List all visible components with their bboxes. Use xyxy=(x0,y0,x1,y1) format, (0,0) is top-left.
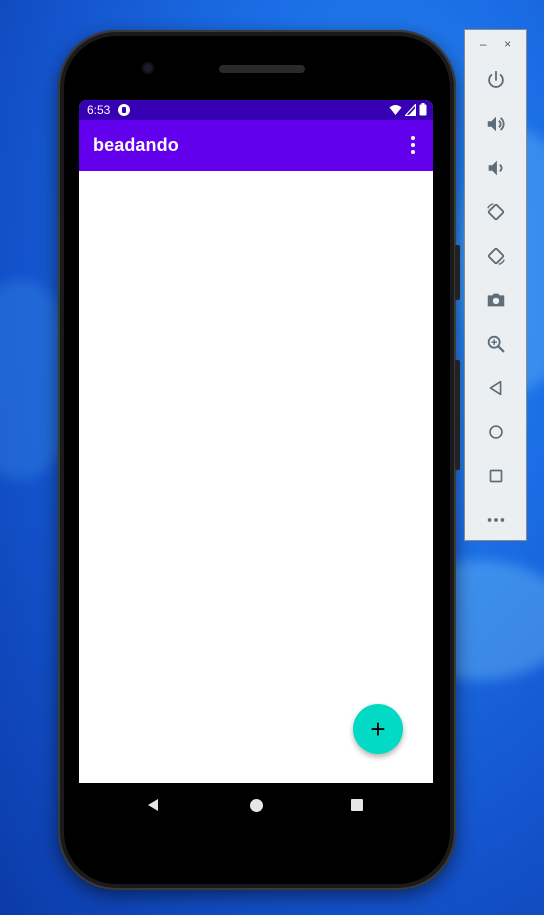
device-power-button[interactable] xyxy=(455,245,460,300)
more-icon xyxy=(487,518,504,522)
status-indicators xyxy=(389,103,427,116)
status-bar: 6:53 xyxy=(79,100,433,120)
add-fab-button[interactable]: + xyxy=(353,704,403,754)
rotate-right-button[interactable] xyxy=(465,234,526,278)
screenshot-button[interactable] xyxy=(465,278,526,322)
toolbar-window-controls: – × xyxy=(465,30,526,58)
nav-recents-button[interactable] xyxy=(349,797,365,813)
volume-up-button[interactable] xyxy=(465,102,526,146)
fab-label: + xyxy=(370,714,386,744)
overflow-menu-icon[interactable] xyxy=(407,136,419,156)
zoom-icon xyxy=(487,335,504,353)
nav-back-button[interactable] xyxy=(145,797,161,813)
more-button[interactable] xyxy=(465,498,526,542)
emulator-toolbar: – × xyxy=(464,29,527,541)
content-area xyxy=(79,171,433,783)
nav-home-button[interactable] xyxy=(248,797,264,813)
front-camera xyxy=(142,62,154,74)
back-triangle-icon xyxy=(148,799,158,811)
back-icon xyxy=(489,380,501,396)
app-bar: beadando xyxy=(79,120,433,171)
volume-down-button[interactable] xyxy=(465,146,526,190)
close-button[interactable]: × xyxy=(504,37,511,51)
recents-square-icon xyxy=(351,799,363,811)
minimize-button[interactable]: – xyxy=(480,37,487,51)
battery-icon xyxy=(419,103,427,116)
back-button[interactable] xyxy=(465,366,526,410)
rotate-right-icon xyxy=(487,247,505,265)
power-icon xyxy=(487,70,504,88)
rotate-left-button[interactable] xyxy=(465,190,526,234)
overview-icon xyxy=(489,469,502,483)
earpiece-speaker xyxy=(219,65,305,73)
notification-icon xyxy=(118,104,131,116)
volume-down-icon xyxy=(488,160,502,176)
rotate-left-icon xyxy=(486,203,504,221)
system-navigation-bar xyxy=(79,783,433,827)
wifi-icon xyxy=(389,104,402,115)
home-circle-icon xyxy=(249,798,263,812)
device-volume-button[interactable] xyxy=(455,360,460,470)
volume-up-icon xyxy=(487,116,504,132)
home-button[interactable] xyxy=(465,410,526,454)
app-title: beadando xyxy=(93,135,179,155)
status-time: 6:53 xyxy=(87,103,111,117)
zoom-button[interactable] xyxy=(465,322,526,366)
cell-signal-icon xyxy=(405,103,416,116)
power-button[interactable] xyxy=(465,58,526,102)
device-screen: 6:53 beadando + xyxy=(79,100,433,783)
overview-button[interactable] xyxy=(465,454,526,498)
home-icon xyxy=(488,425,503,439)
camera-icon xyxy=(487,293,504,307)
